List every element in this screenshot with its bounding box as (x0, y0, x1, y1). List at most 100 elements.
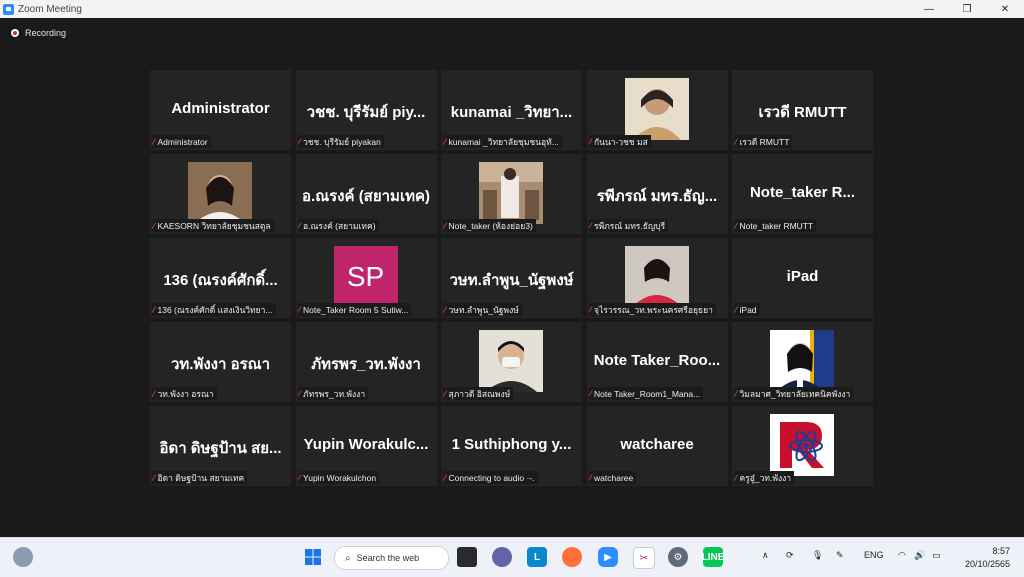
record-icon (11, 29, 19, 37)
participant-label-text: วชช. บุรีรัมย์ piyakan (303, 136, 381, 147)
gallery-view: Administrator ⁄ Administrator วชช. บุรีรัมย… (150, 70, 875, 488)
sync-icon[interactable]: ⟳ (786, 550, 794, 561)
snipping-tool-icon[interactable]: ✂ (633, 547, 655, 569)
participant-name-label: ⁄ วิมลมาศ_วิทยาลัยเทคนิคพังงา (734, 387, 854, 400)
participant-name-label: ⁄ watcharee (588, 471, 637, 484)
participant-tile[interactable]: Note Taker_Roo... ⁄ Note Taker_Room1_Mana.… (586, 322, 728, 402)
participant-video (624, 246, 689, 308)
mic-muted-icon: ⁄ (298, 388, 301, 399)
volume-icon[interactable]: 🔊 (914, 550, 925, 561)
participant-tile[interactable]: ภัทรพร_วท.พังงา ⁄ ภัทรพร_วท.พังงา (295, 322, 437, 402)
participant-tile[interactable]: ⁄ Note_taker (ห้องย่อย3) (441, 154, 582, 234)
participant-tile[interactable]: ⁄ กันนา-วชช มส (586, 70, 728, 150)
firefox-icon[interactable] (562, 547, 582, 567)
teams-chat-icon[interactable] (492, 547, 512, 567)
participant-label-text: kunamai _วิทยาลัยชุมชนอุทั... (448, 136, 559, 147)
participant-label-text: รพีภรณ์ มทร.ธัญบุรี (594, 220, 666, 231)
mic-muted-icon: ⁄ (444, 220, 446, 231)
mic-muted-icon: ⁄ (735, 220, 737, 231)
participant-tile[interactable]: วชช. บุรีรัมย์ piy... ⁄ วชช. บุรีรัมย์ piy… (295, 70, 437, 150)
line-app-icon[interactable]: LINE (702, 547, 724, 567)
participant-tile[interactable]: ⁄ KAESORN วิทยาลัยชุมชนสตูล (150, 154, 291, 234)
participant-name-label: ⁄ วชช. บุรีรัมย์ piyakan (297, 135, 384, 148)
microphone-icon[interactable]: 🎙 (812, 550, 823, 561)
system-clock[interactable]: 8:57 20/10/2565 (965, 545, 1010, 571)
participant-label-text: ภัทรพร_วท.พังงา (303, 388, 366, 399)
participant-label-text: Connecting to audio ·-. (448, 472, 535, 483)
participant-tile[interactable]: watcharee ⁄ watcharee (586, 406, 728, 486)
participant-tile[interactable]: Administrator ⁄ Administrator (150, 70, 291, 150)
window-title: Zoom Meeting (18, 3, 82, 15)
participant-tile[interactable]: SP ⁄ Note_Taker Room 5 Sutiw... (295, 238, 437, 318)
search-placeholder: Search the web (356, 553, 420, 563)
language-indicator[interactable]: ENG (864, 550, 884, 560)
mic-muted-icon: ⁄ (589, 304, 592, 315)
participant-name-label: ⁄ Yupin Worakulchon (297, 471, 380, 484)
maximize-button[interactable]: ❐ (948, 0, 986, 18)
minimize-button[interactable]: — (910, 0, 948, 18)
participant-tile[interactable]: วษท.ลำพูน_นัฐพงษ์ ⁄ วษท.ลำพูน_นัฐพงษ์ (441, 238, 582, 318)
participant-display-name: วชช. บุรีรัมย์ piy... (306, 104, 426, 121)
participant-tile[interactable]: อิดา ดิษฐป้าน สย... ⁄ อิดา ดิษฐป้าน สยามเท… (150, 406, 291, 486)
participant-name-label: ⁄ KAESORN วิทยาลัยชุมชนสตูล (152, 219, 274, 232)
participant-name-label: ⁄ Note_Taker Room 5 Sutiw... (297, 303, 412, 316)
participant-tile[interactable]: ⁄ วิมลมาศ_วิทยาลัยเทคนิคพังงา (732, 322, 873, 402)
participant-label-text: Note Taker_Room1_Mana... (594, 388, 701, 399)
participant-name-label: ⁄ kunamai _วิทยาลัยชุมชนอุทั... (443, 135, 562, 148)
participant-name-label: ⁄ กันนา-วชช มส (588, 135, 651, 148)
clock-date: 20/10/2565 (964, 559, 1010, 569)
participant-tile[interactable]: วท.พังงา อรณา ⁄ วท.พังงา อรณา (150, 322, 291, 402)
participant-label-text: จุไรวรรณ_วท.พระนครศรีอยุธยา (594, 304, 713, 315)
line-l-icon[interactable]: L (527, 547, 547, 567)
participant-tile[interactable]: ⁄ สุภาวดี อิสณพงษ์ (441, 322, 582, 402)
mic-muted-icon: ⁄ (735, 136, 737, 147)
participant-video (770, 330, 834, 392)
participant-video (479, 330, 543, 392)
battery-icon[interactable]: ▭ (932, 550, 941, 561)
file-explorer-icon[interactable] (457, 547, 477, 567)
taskbar-search-box[interactable]: ⌕ Search the web (334, 546, 449, 570)
participant-label-text: อิดา ดิษฐป้าน สยามเทค (157, 472, 245, 483)
participant-tile[interactable]: ⁄ จุไรวรรณ_วท.พระนครศรีอยุธยา (586, 238, 728, 318)
participant-tile[interactable]: Yupin Worakulc... ⁄ Yupin Worakulchon (295, 406, 437, 486)
participant-name-label: ⁄ อ.ณรงค์ (สยามเทค) (297, 219, 379, 232)
participant-display-name: อ.ณรงค์ (สยามเทค) (302, 188, 430, 205)
clock-time: 8:57 (992, 546, 1010, 556)
wifi-icon[interactable]: ◠ (898, 550, 906, 561)
participant-label-text: Note_taker RMUTT (739, 220, 814, 231)
close-button[interactable]: ✕ (986, 0, 1024, 18)
participant-tile[interactable]: 136 (ณรงค์ศักดิ์... ⁄ 136 (ณรงค์ศักดิ์ แสง… (150, 238, 291, 318)
participant-name-label: ⁄ วษท.ลำพูน_นัฐพงษ์ (443, 303, 522, 316)
chevron-up-icon[interactable]: ∧ (762, 550, 769, 561)
participant-tile[interactable]: เรวดี RMUTT ⁄ เรวดี RMUTT (732, 70, 873, 150)
pen-icon[interactable]: ✎ (836, 550, 844, 561)
participant-tile[interactable]: kunamai _วิทยา... ⁄ kunamai _วิทยาลัยชุมชน… (441, 70, 582, 150)
participant-tile[interactable]: Note_taker R... ⁄ Note_taker RMUTT (732, 154, 873, 234)
mic-muted-icon: ⁄ (589, 220, 592, 231)
participant-label-text: KAESORN วิทยาลัยชุมชนสตูล (157, 220, 271, 231)
weather-icon[interactable] (13, 547, 33, 567)
recording-indicator[interactable]: Recording (11, 28, 66, 38)
participant-name-label: ⁄ เรวดี RMUTT (734, 135, 793, 148)
participant-name-label: ⁄ Administrator (152, 135, 211, 148)
mic-muted-icon: ⁄ (153, 472, 155, 483)
participant-display-name: kunamai _วิทยา... (450, 104, 573, 121)
participant-name-label: ⁄ จุไรวรรณ_วท.พระนครศรีอยุธยา (588, 303, 716, 316)
participant-tile[interactable]: รพีภรณ์ มทร.ธัญ... ⁄ รพีภรณ์ มทร.ธัญบุรี (586, 154, 728, 234)
mic-muted-icon: ⁄ (589, 472, 592, 483)
settings-icon[interactable]: ⚙ (668, 547, 688, 567)
participant-tile[interactable]: iPad ⁄ iPad (732, 238, 873, 318)
participant-display-name: watcharee (620, 436, 694, 453)
windows-start-icon[interactable] (303, 547, 323, 567)
participant-display-name: Administrator (171, 100, 270, 117)
participant-video (479, 162, 543, 224)
participant-tile[interactable]: 1 Suthiphong y... ⁄ Connecting to audio ·-… (441, 406, 582, 486)
participant-name-label: ⁄ วท.พังงา อรณา (152, 387, 217, 400)
participant-name-label: ⁄ สุภาวดี อิสณพงษ์ (443, 387, 514, 400)
zoom-icon[interactable]: ▶ (598, 547, 618, 567)
participant-tile[interactable]: ⁄ ครูอู๋_วท.พังงา (732, 406, 873, 486)
participant-label-text: กันนา-วชช มส (594, 136, 648, 147)
participant-display-name: 136 (ณรงค์ศักดิ์... (163, 272, 278, 289)
mic-muted-icon: ⁄ (444, 472, 446, 483)
participant-tile[interactable]: อ.ณรงค์ (สยามเทค) ⁄ อ.ณรงค์ (สยามเทค) (295, 154, 437, 234)
